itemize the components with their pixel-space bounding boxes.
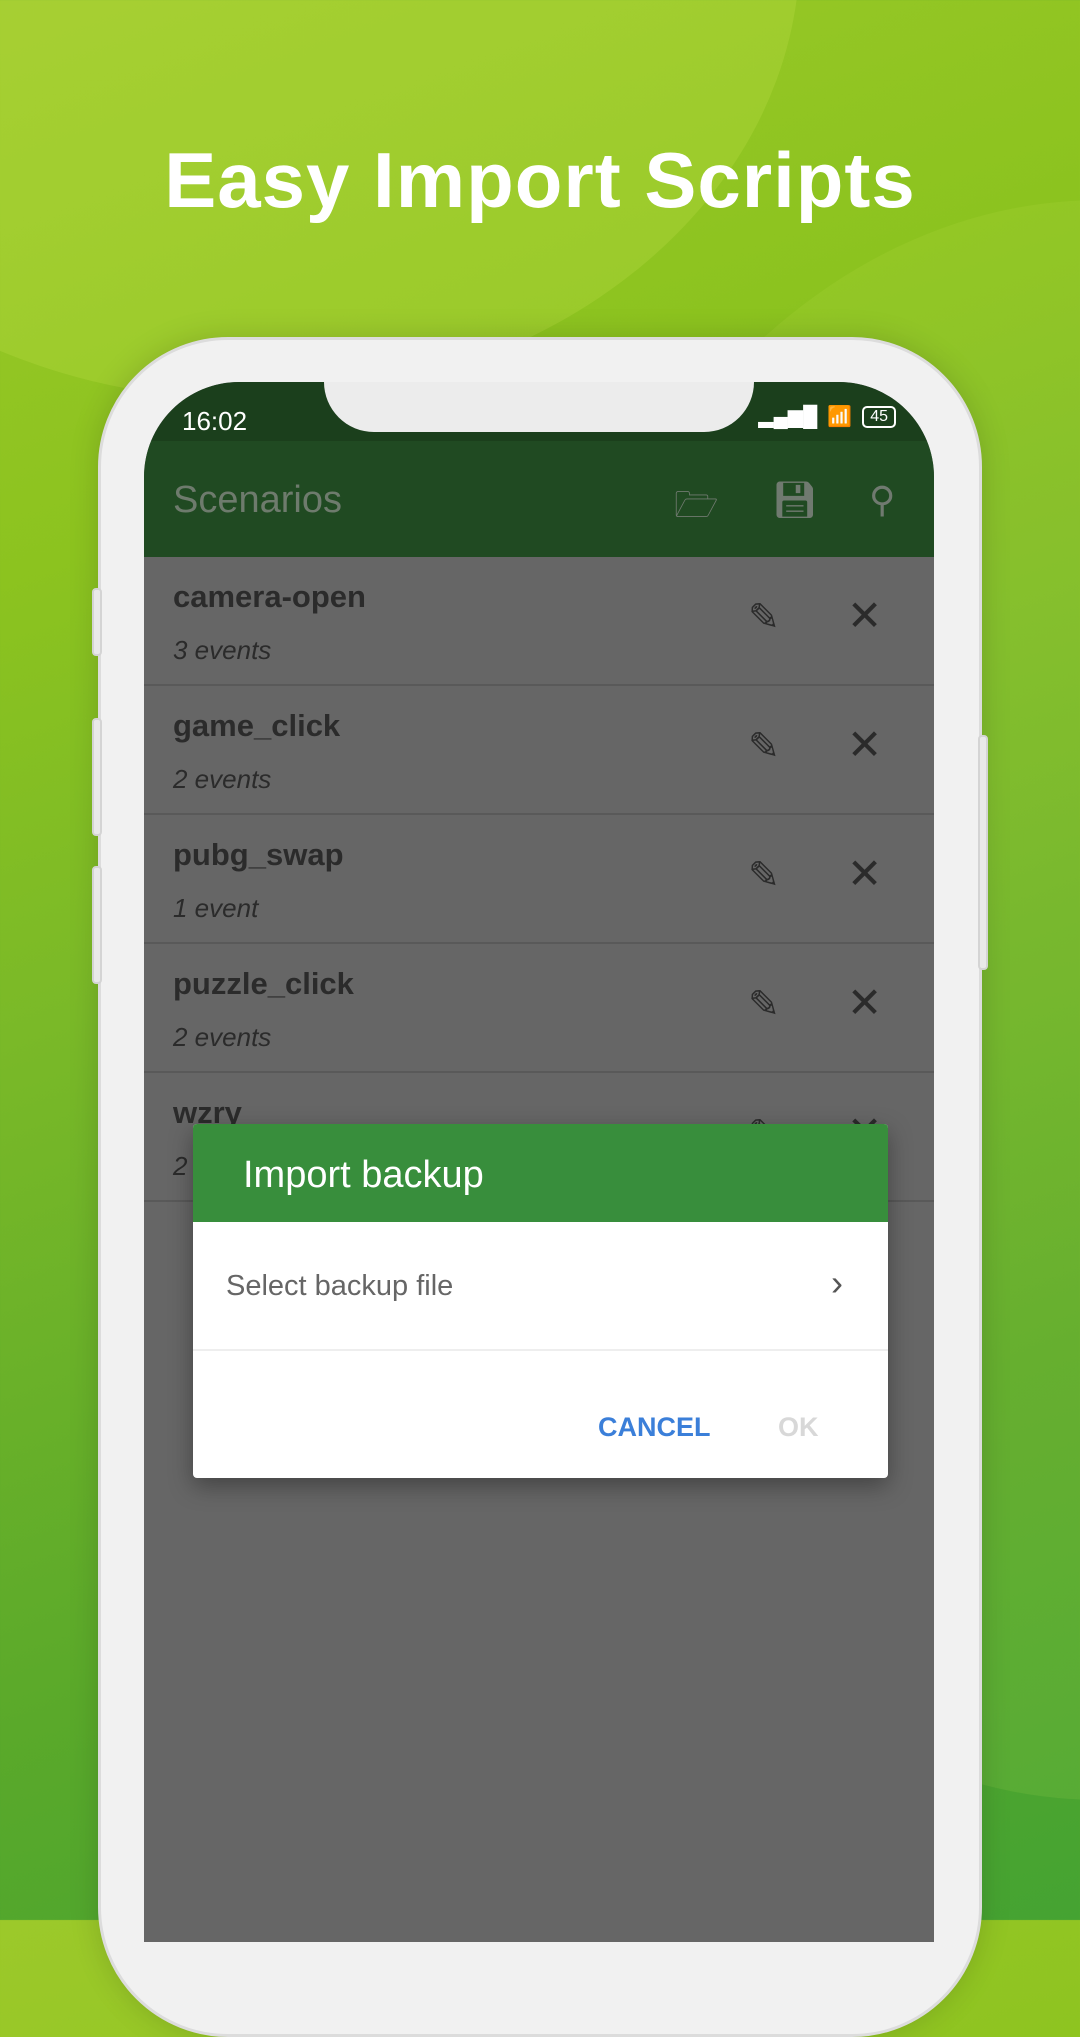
notch <box>324 382 754 432</box>
list-item[interactable]: pubg_swap 1 event ✎ ✕ <box>144 815 934 944</box>
phone-button <box>978 735 988 970</box>
select-backup-file-label: Select backup file <box>226 1270 454 1302</box>
scenario-name: camera-open <box>173 579 366 614</box>
signal-icon: ▂▄▆█ <box>758 406 818 428</box>
ok-button[interactable]: OK <box>778 1412 819 1443</box>
scenario-count: 2 <box>173 1151 188 1181</box>
folder-open-icon[interactable]: 🗁 <box>674 479 719 540</box>
battery-icon: 45 <box>862 405 896 428</box>
edit-icon[interactable]: ✎ <box>748 595 780 640</box>
close-icon[interactable]: ✕ <box>847 591 882 640</box>
close-icon[interactable]: ✕ <box>847 978 882 1027</box>
headline: Easy Import Scripts <box>164 136 916 224</box>
list-item[interactable]: camera-open 3 events ✎ ✕ <box>144 557 934 686</box>
scenario-name: pubg_swap <box>173 837 344 872</box>
scenario-name: puzzle_click <box>173 966 354 1001</box>
edit-icon[interactable]: ✎ <box>748 853 780 898</box>
scenario-count: 2 events <box>173 1022 272 1052</box>
save-icon[interactable]: 💾︎ <box>772 479 818 521</box>
close-icon[interactable]: ✕ <box>847 849 882 898</box>
scenario-list: camera-open 3 events ✎ ✕ game_click 2 ev… <box>144 557 934 1202</box>
phone-button <box>92 718 102 836</box>
close-icon[interactable]: ✕ <box>847 720 882 769</box>
list-item[interactable]: puzzle_click 2 events ✎ ✕ <box>144 944 934 1073</box>
status-bar: 16:02 ▂▄▆█ 📶 45 <box>144 382 934 441</box>
phone-button <box>92 866 102 984</box>
wifi-icon: 📶 <box>827 406 853 428</box>
scenario-count: 3 events <box>173 635 272 665</box>
scenario-name: game_click <box>173 708 341 743</box>
cancel-button[interactable]: CANCEL <box>598 1412 711 1443</box>
status-time: 16:02 <box>182 406 248 436</box>
select-backup-file-row[interactable]: Select backup file › <box>193 1222 888 1351</box>
list-item[interactable]: game_click 2 events ✎ ✕ <box>144 686 934 815</box>
toolbar: Scenarios 🗁 💾︎ ⚲ <box>144 441 934 557</box>
edit-icon[interactable]: ✎ <box>748 982 780 1027</box>
scenario-count: 1 event <box>173 893 259 923</box>
scenario-count: 2 events <box>173 764 272 794</box>
edit-icon[interactable]: ✎ <box>748 724 780 769</box>
chevron-right-icon: › <box>831 1262 843 1303</box>
dialog-title: Import backup <box>193 1124 888 1222</box>
search-icon[interactable]: ⚲ <box>869 479 895 521</box>
toolbar-title: Scenarios <box>173 479 342 521</box>
import-backup-dialog: Import backup Select backup file › CANCE… <box>193 1124 888 1478</box>
phone-button <box>92 588 102 656</box>
